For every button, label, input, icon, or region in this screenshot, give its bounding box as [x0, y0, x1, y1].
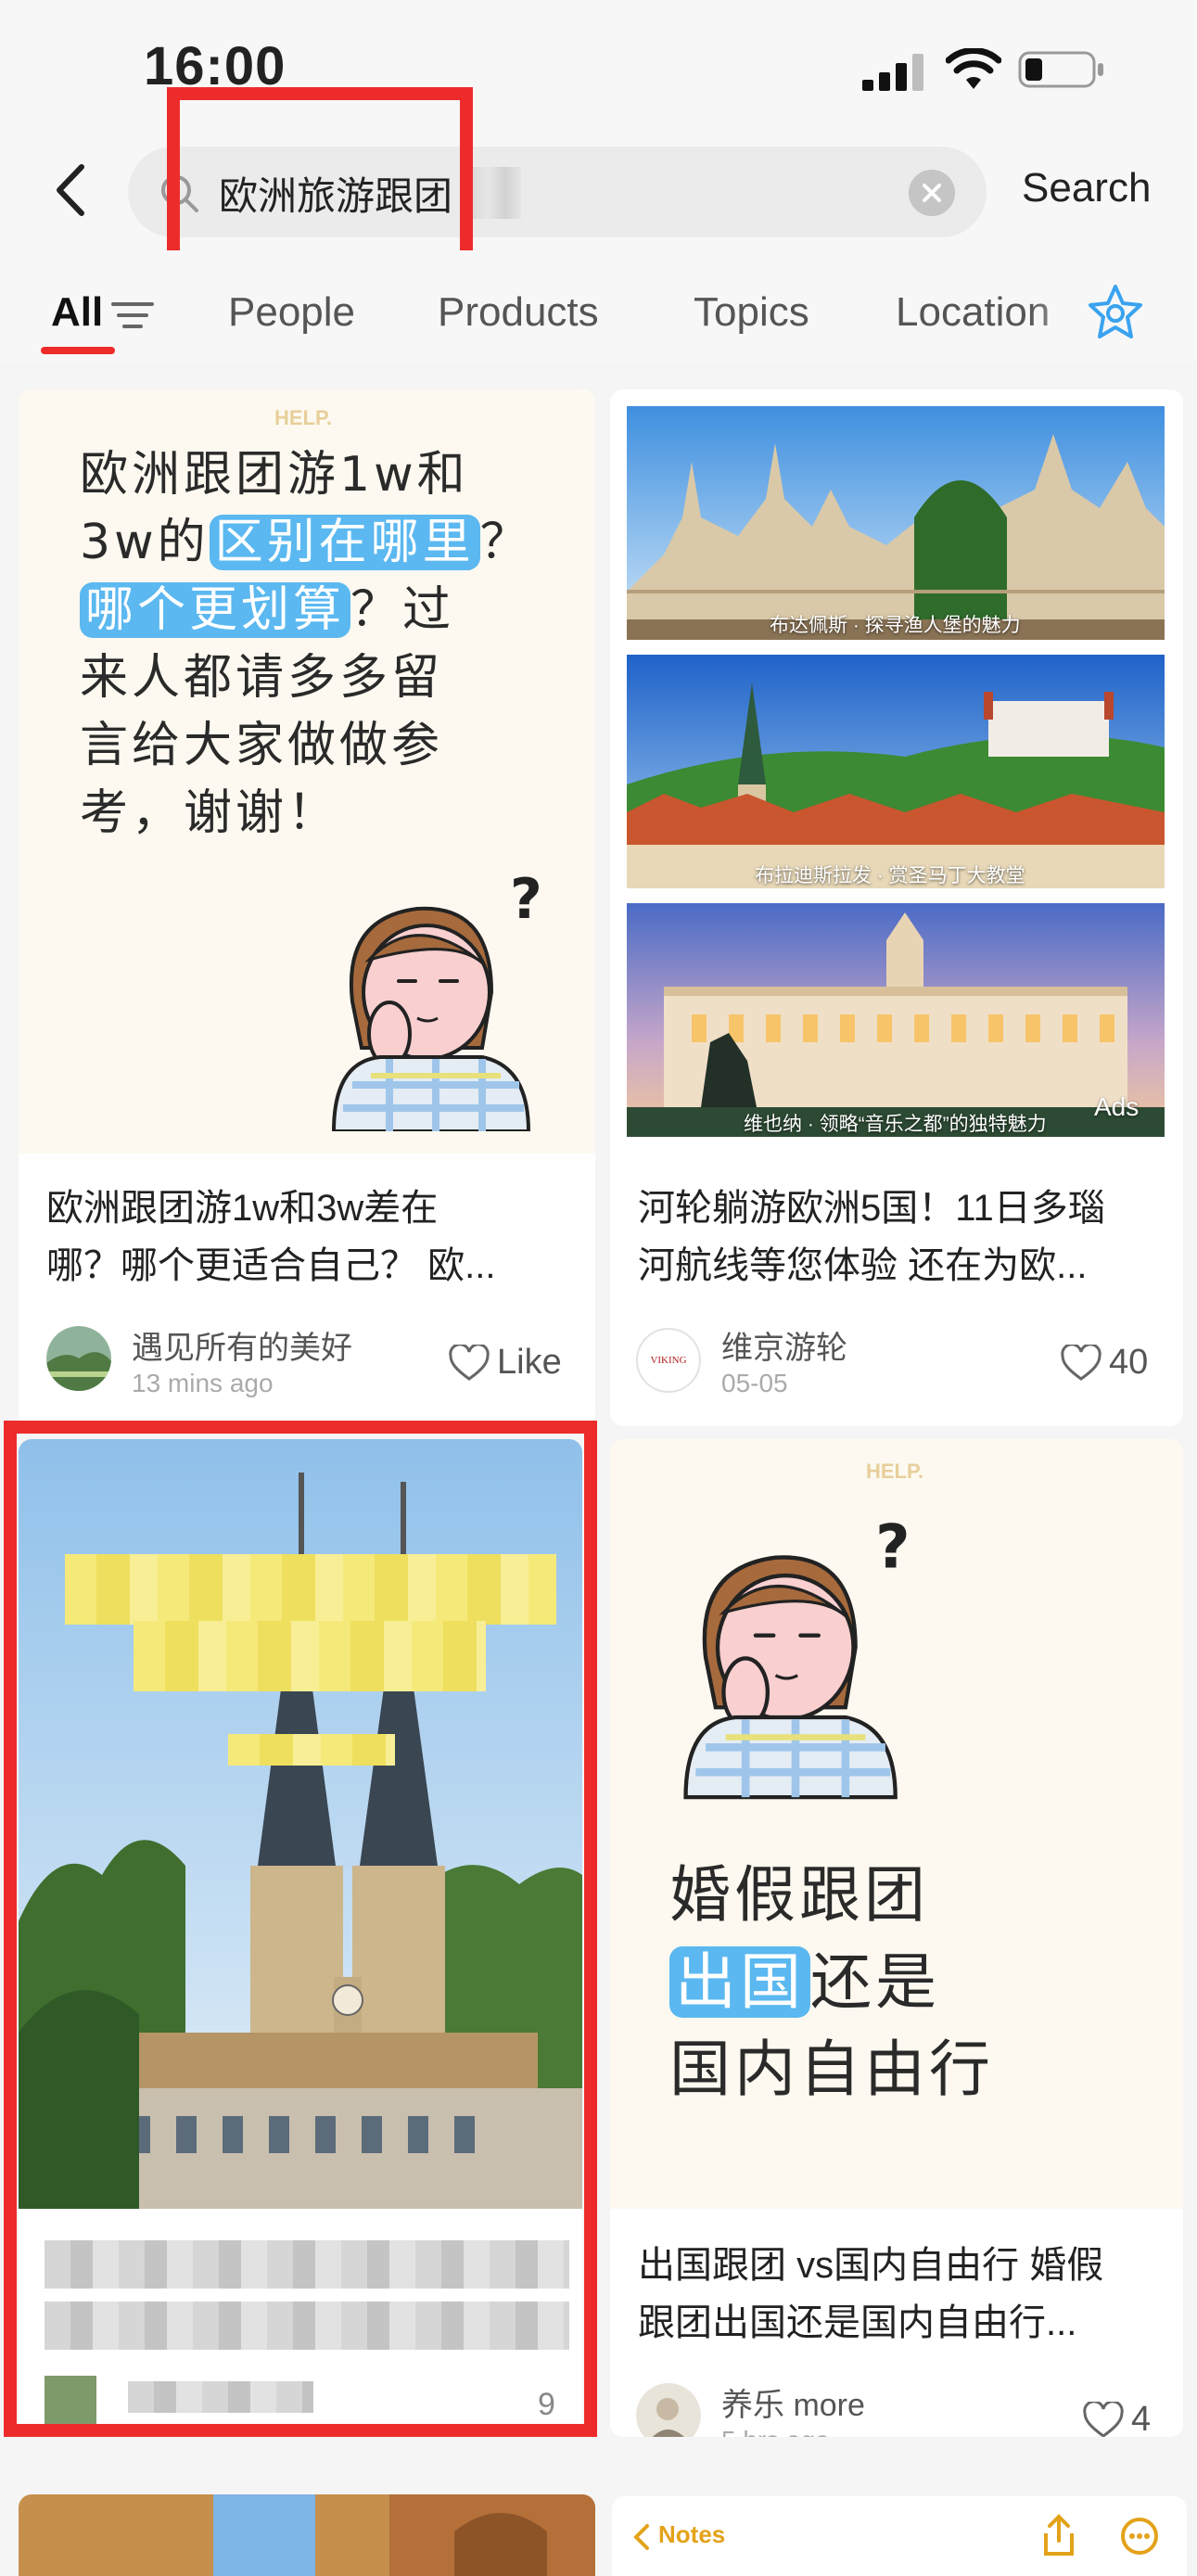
blurred-post-highlight: [4, 1421, 597, 2437]
help-mark: HELP.: [274, 406, 332, 429]
post-time: 13 mins ago: [132, 1369, 274, 1397]
more-options-icon[interactable]: [1120, 2517, 1159, 2556]
thinking-girl-illustration: ?: [331, 867, 542, 1131]
cover-text-line: 考，谢谢！: [80, 785, 340, 841]
search-button[interactable]: Search: [1022, 165, 1151, 211]
heart-icon[interactable]: [1083, 2402, 1124, 2437]
wifi-icon: [946, 48, 1001, 89]
like-count[interactable]: Like: [497, 1343, 562, 1383]
like-count[interactable]: 4: [1131, 2400, 1151, 2437]
cover-photo-vienna: [627, 903, 1165, 1137]
post-time: 5 hrs ago: [721, 2426, 830, 2437]
sparkle-icon[interactable]: [1085, 283, 1146, 344]
post-title: 河轮躺游欧洲5国！11日多瑙 河航线等您体验 还在为欧...: [638, 1188, 1105, 1286]
post-time: 05-05: [721, 1369, 788, 1397]
author-avatar[interactable]: [46, 1326, 111, 1391]
back-arrow-icon[interactable]: [45, 158, 100, 223]
author-name[interactable]: 养乐 more: [721, 2379, 865, 2425]
tab-location[interactable]: Location: [896, 289, 1050, 336]
author-avatar[interactable]: VIKING: [636, 1328, 701, 1393]
chevron-left-icon[interactable]: [630, 2522, 653, 2552]
cover-text-line: 来人都请多多留: [80, 650, 444, 706]
avatar-logo-text: VIKING: [650, 1355, 687, 1366]
post-card[interactable]: HELP. ? 婚假跟团 出国还是 国内自由行 出国跟团 vs国内自由行 婚假跟…: [610, 1439, 1183, 2437]
cover-text-line: 言给大家做做参: [80, 718, 444, 773]
post-card[interactable]: HELP. 欧洲跟团游1w和 3w的 区别在哪里？ 哪个更划算 ？过 来人都请多多留…: [19, 389, 595, 1426]
heart-icon[interactable]: [449, 1345, 490, 1382]
author-name[interactable]: 维京游轮: [721, 1322, 847, 1368]
cover-text-line: 3w的 区别在哪里？: [80, 515, 532, 570]
notes-bar: Notes: [612, 2496, 1187, 2576]
post-title: 出国跟团 vs国内自由行 婚假 跟团出国还是国内自由行...: [638, 2245, 1104, 2343]
photo-caption: 维也纳 · 领略“音乐之都”的独特魅力: [744, 1114, 1047, 1135]
cover-text-line: 婚假跟团: [669, 1859, 929, 1931]
battery-icon: [1018, 51, 1103, 88]
post-cover-image: HELP. ? 婚假跟团 出国还是 国内自由行: [610, 1439, 1183, 2209]
author-name[interactable]: 遇见所有的美好: [132, 1322, 352, 1368]
photo-caption: 布达佩斯 · 探寻渔人堡的魅力: [770, 615, 1021, 636]
tab-topics[interactable]: Topics: [694, 289, 809, 336]
tab-products[interactable]: Products: [438, 289, 599, 336]
cover-text-line: 欧洲跟团游1w和: [80, 447, 469, 503]
ads-label: Ads: [1094, 1092, 1140, 1121]
thinking-girl-illustration: ?: [683, 1512, 910, 1800]
heart-icon[interactable]: [1061, 1345, 1101, 1382]
author-avatar[interactable]: [636, 2383, 701, 2437]
svg-text:?: ?: [875, 1512, 910, 1582]
notes-label[interactable]: Notes: [658, 2520, 725, 2549]
active-tab-indicator: [41, 347, 115, 354]
filter-icon[interactable]: [109, 299, 156, 332]
tab-all[interactable]: All: [51, 289, 103, 336]
tab-people[interactable]: People: [228, 289, 355, 336]
cover-text-line: 国内自由行: [669, 2034, 994, 2105]
photo-caption: 布拉迪斯拉发 · 赏圣马丁大教堂: [755, 865, 1025, 886]
cover-photo-budapest: [627, 406, 1165, 640]
next-post-cover[interactable]: [19, 2494, 595, 2576]
svg-text:?: ?: [510, 867, 542, 932]
post-title: 欧洲跟团游1w和3w差在 哪？哪个更适合自己？ 欧...: [46, 1188, 496, 1286]
cover-text-line: 出国还是: [669, 1940, 940, 2025]
cellular-signal-icon: [862, 54, 923, 91]
help-mark: HELP.: [866, 1460, 923, 1483]
blurred-query-tail: [465, 167, 521, 219]
cover-photo-bratislava: [627, 655, 1165, 888]
post-cover-image: HELP. 欧洲跟团游1w和 3w的 区别在哪里？ 哪个更划算 ？过 来人都请多多留…: [19, 389, 595, 1154]
cover-text-line: 哪个更划算 ？过: [80, 577, 454, 644]
share-icon[interactable]: [1040, 2513, 1077, 2557]
clear-search-icon[interactable]: [909, 170, 955, 216]
like-count[interactable]: 40: [1109, 1343, 1148, 1383]
